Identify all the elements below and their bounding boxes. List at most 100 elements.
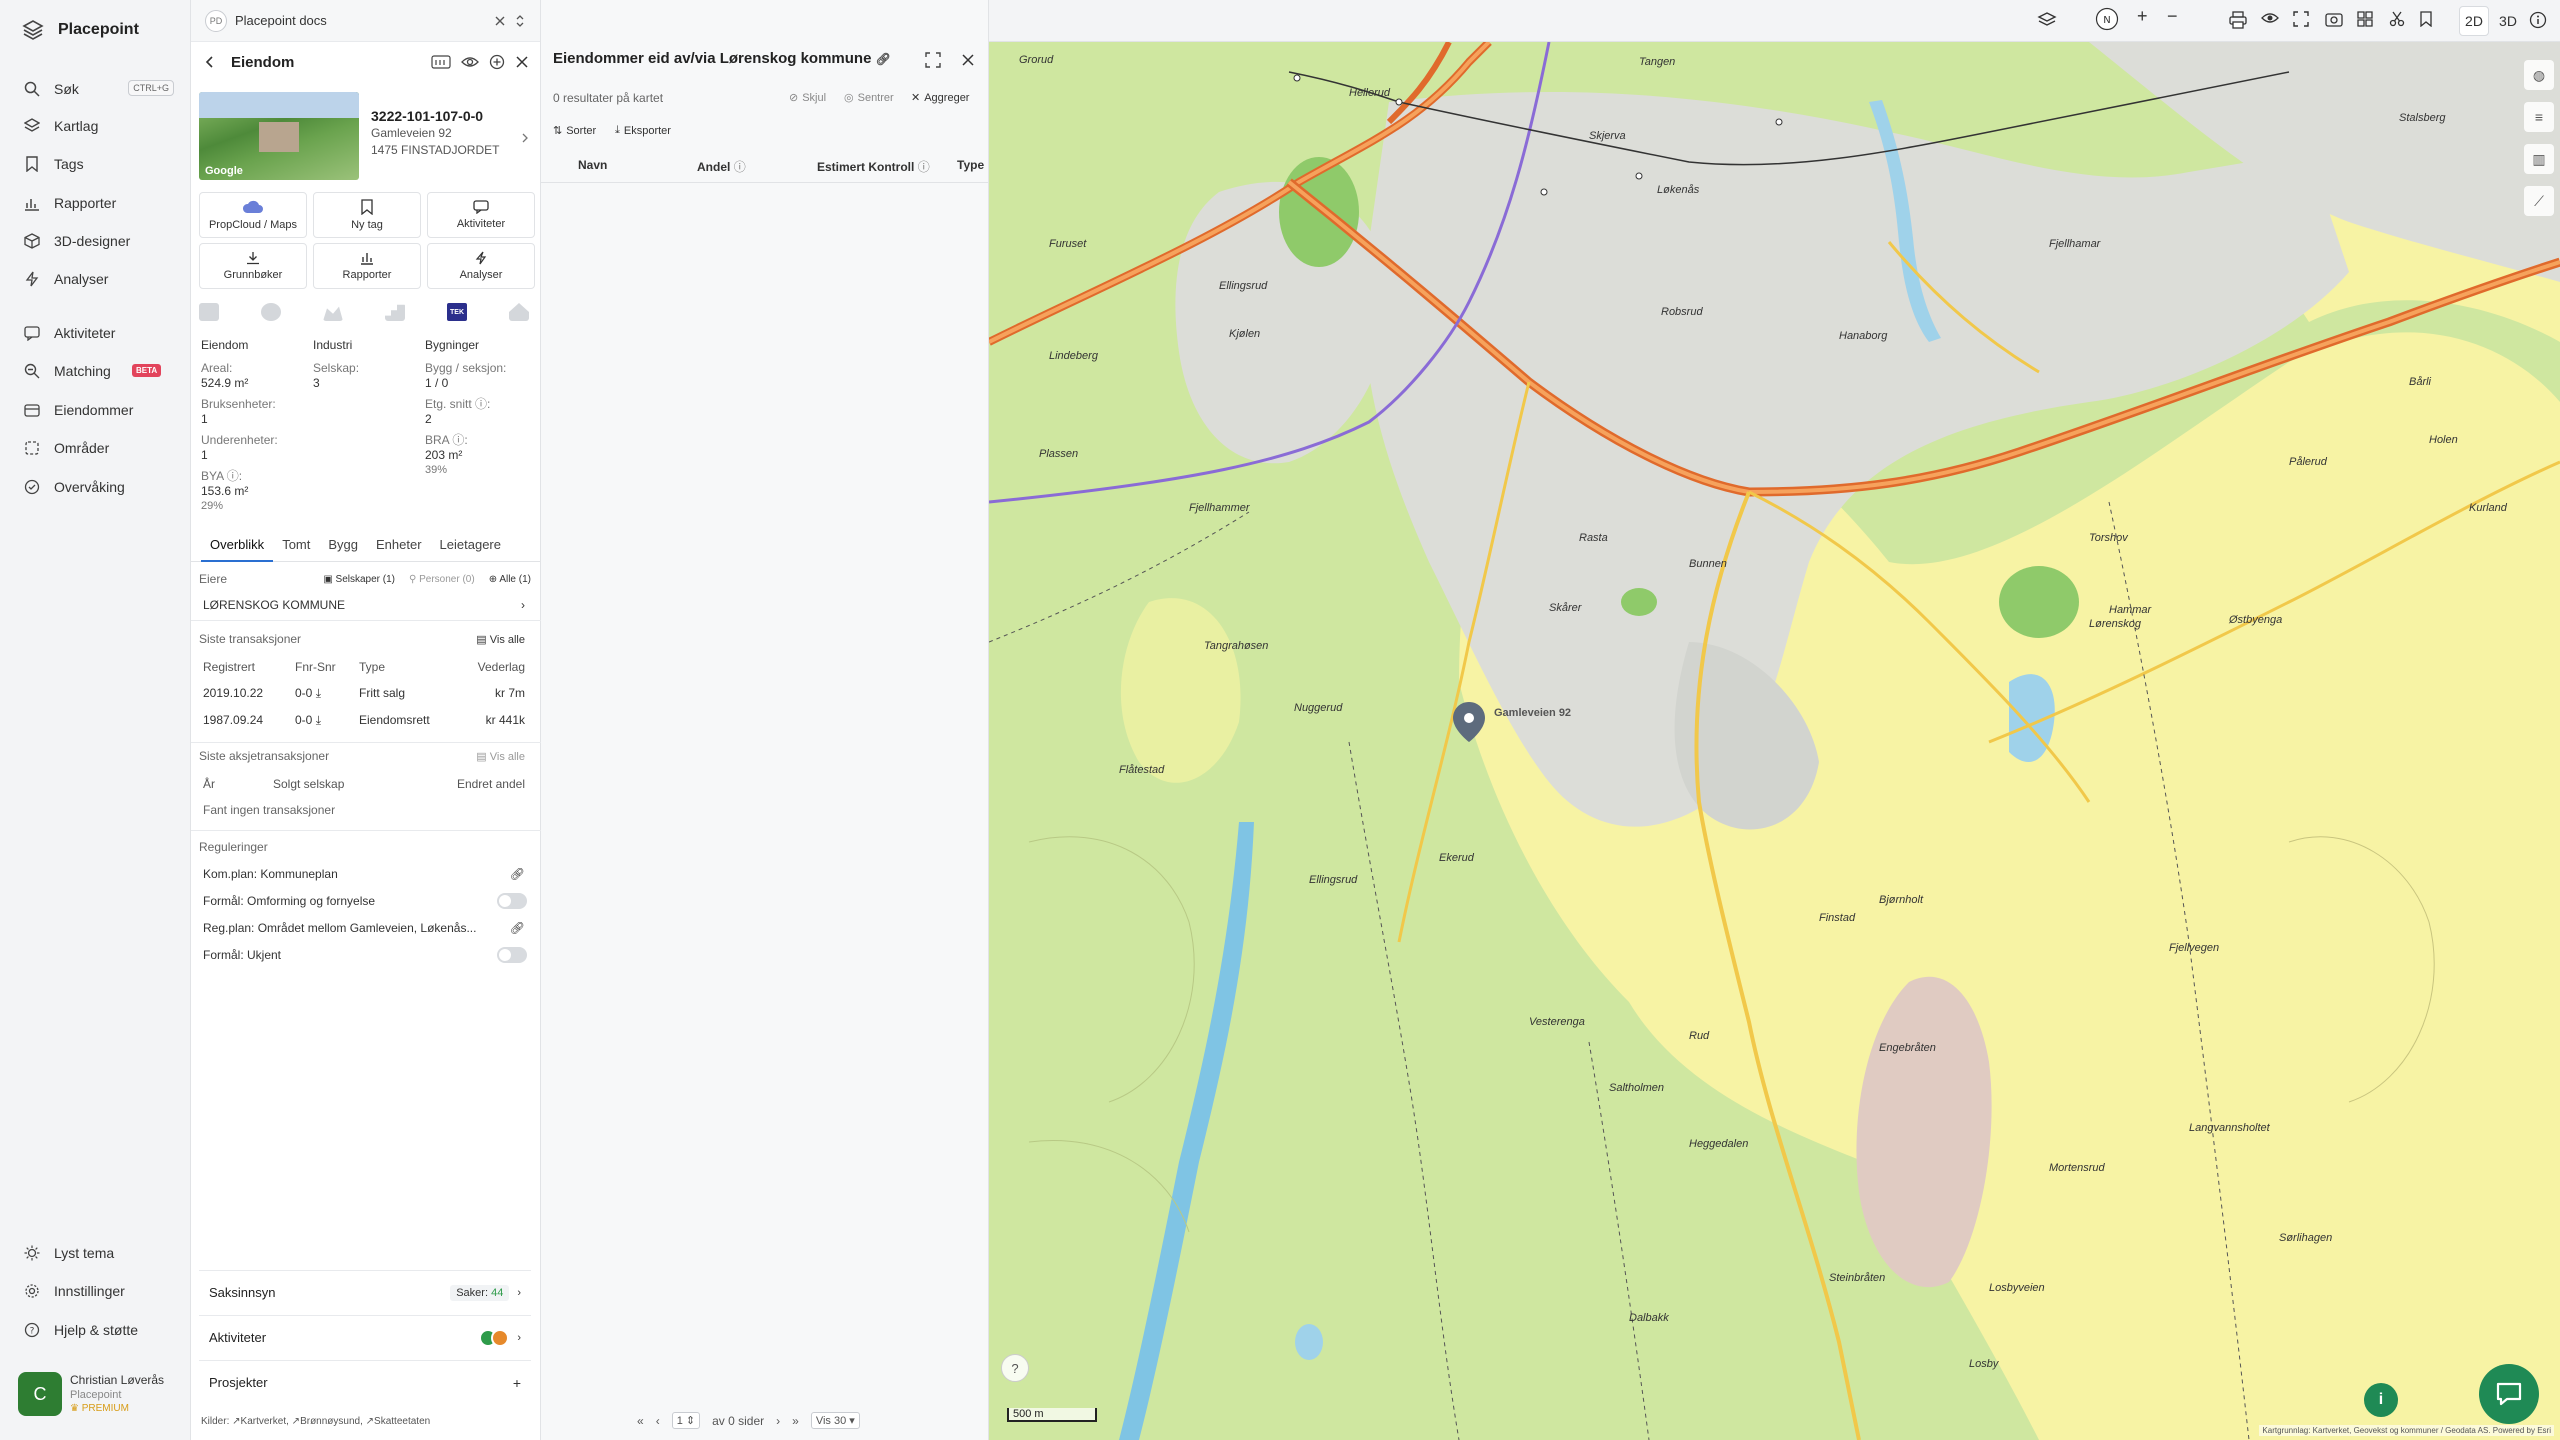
fullscreen-icon[interactable] <box>2293 11 2309 27</box>
first-page-icon[interactable]: « <box>637 1414 644 1428</box>
col-header-type[interactable]: Type <box>957 158 984 172</box>
close-icon[interactable] <box>961 53 975 67</box>
table-row[interactable]: 2019.10.22 0-0 ⤓ Fritt salg kr 7m <box>199 684 531 702</box>
help-icon[interactable]: ? <box>1001 1354 1029 1382</box>
filter-companies[interactable]: ▣ Selskaper (1) <box>323 574 395 585</box>
owner-row[interactable]: LØRENSKOG KOMMUNE › <box>199 596 531 614</box>
nav-item-kartlag[interactable]: Kartlag <box>24 112 174 140</box>
grunnboker-button[interactable]: Grunnbøker <box>199 243 307 289</box>
compass-icon[interactable]: N <box>2095 7 2119 31</box>
eye-icon[interactable] <box>2261 11 2279 25</box>
prosjekter-row[interactable]: Prosjekter + <box>199 1360 531 1404</box>
prev-page-icon[interactable]: ‹ <box>656 1414 660 1428</box>
aggregate-button[interactable]: ✕ Aggreger <box>911 91 969 105</box>
view-all-link[interactable]: ▤ Vis alle <box>476 750 531 763</box>
regulation-toggle[interactable] <box>497 893 527 909</box>
filter-all[interactable]: ⊕ Alle (1) <box>489 574 531 585</box>
close-icon[interactable] <box>494 15 506 27</box>
source-link[interactable]: ↗Brønnøysund, <box>292 1416 363 1427</box>
analyses-button[interactable]: Analyser <box>427 243 535 289</box>
export-button[interactable]: ⤓ Eksporter <box>615 124 671 137</box>
nav-item-matching[interactable]: Matching BETA <box>24 357 174 385</box>
new-tag-button[interactable]: Ny tag <box>313 192 421 238</box>
activities-button[interactable]: Aktiviteter <box>427 192 535 238</box>
fullscreen-icon[interactable] <box>925 52 941 68</box>
col-header-navn[interactable]: Navn <box>578 158 607 172</box>
tab-tomt[interactable]: Tomt <box>273 536 319 562</box>
download-icon[interactable]: ⤓ <box>316 686 321 700</box>
print-icon[interactable] <box>2229 11 2247 29</box>
bookmark-icon[interactable] <box>2419 11 2433 27</box>
nav-item-help[interactable]: ? Hjelp & støtte <box>24 1316 174 1344</box>
aktiviteter-row[interactable]: Aktiviteter › <box>199 1315 531 1359</box>
home-icon[interactable] <box>509 303 529 321</box>
user-profile[interactable]: C Christian Løverås Placepoint ♛ PREMIUM <box>18 1372 183 1424</box>
map-tag-icon[interactable] <box>431 55 451 69</box>
plus-icon[interactable]: + <box>513 1375 521 1391</box>
back-icon[interactable] <box>203 55 217 69</box>
nav-item-settings[interactable]: Innstillinger <box>24 1277 174 1305</box>
expand-vertical-icon[interactable] <box>514 14 526 28</box>
tab-overblikk[interactable]: Overblikk <box>201 536 274 562</box>
grid-icon[interactable] <box>199 303 219 321</box>
stairs-icon[interactable] <box>385 304 405 321</box>
view-all-link[interactable]: ▤ Vis alle <box>476 633 531 646</box>
page-input[interactable]: 1 ⇕ <box>671 1412 701 1429</box>
last-page-icon[interactable]: » <box>792 1414 799 1428</box>
nav-item-rapporter[interactable]: Rapporter <box>24 189 174 217</box>
add-circle-icon[interactable] <box>489 54 505 70</box>
info-icon[interactable] <box>2529 11 2547 29</box>
source-link[interactable]: ↗Kartverket, <box>232 1416 289 1427</box>
col-header-andel[interactable]: Andel ⓘ <box>697 158 746 175</box>
tab-enheter[interactable]: Enheter <box>367 536 431 562</box>
tek-icon[interactable]: TEK <box>447 303 467 321</box>
map-control-ruler[interactable]: ⟋ <box>2524 186 2554 216</box>
map-control-layers[interactable]: ≡ <box>2524 102 2554 132</box>
regulation-toggle[interactable] <box>497 947 527 963</box>
chevron-right-icon[interactable] <box>521 132 529 144</box>
regulation-row[interactable]: Kom.plan: Kommuneplan 🔗︎ <box>199 865 531 883</box>
center-button[interactable]: ◎ Sentrer <box>844 91 894 105</box>
app-brand[interactable]: Placepoint <box>22 20 139 40</box>
nav-item-analyser[interactable]: Analyser <box>24 265 174 293</box>
info-icon[interactable]: i <box>2364 1383 2398 1417</box>
globe-icon[interactable] <box>261 303 281 321</box>
close-icon[interactable] <box>515 55 529 69</box>
link-icon[interactable]: 🔗︎ <box>510 921 531 935</box>
grid-icon[interactable] <box>2357 11 2373 27</box>
map-control-globe[interactable]: ◍ <box>2524 60 2554 90</box>
table-row[interactable]: 1987.09.24 0-0 ⤓ Eiendomsrett kr 441k <box>199 711 531 729</box>
scissors-icon[interactable] <box>2389 11 2405 27</box>
zoom-out-button[interactable]: − <box>2167 6 2178 27</box>
link-icon[interactable]: 🔗︎ <box>510 867 531 881</box>
per-page-select[interactable]: Vis 30 ▾ <box>810 1412 860 1429</box>
tab-bygg[interactable]: Bygg <box>319 536 367 562</box>
nav-item-tags[interactable]: Tags <box>24 150 174 178</box>
zoom-in-button[interactable]: + <box>2137 6 2148 27</box>
property-photo[interactable]: Google <box>199 92 359 180</box>
property-info[interactable]: 3222-101-107-0-0 Gamleveien 92 1475 FINS… <box>371 108 521 159</box>
map-canvas[interactable]: Gamleveien 92 Grorud Hellerud Skjerva Ta… <box>989 42 2560 1440</box>
layers-stack-icon[interactable] <box>2037 11 2057 29</box>
mode-2d-button[interactable]: 2D <box>2459 6 2489 36</box>
map-control-chart[interactable]: ▥ <box>2524 144 2554 174</box>
nav-item-omrader[interactable]: Områder <box>24 434 174 462</box>
workspace-title[interactable]: Placepoint docs <box>235 13 486 28</box>
link-icon[interactable]: 🔗︎ <box>876 52 891 66</box>
download-icon[interactable]: ⤓ <box>316 713 321 727</box>
saksinnsyn-row[interactable]: Saksinnsyn Saker: 44 › <box>199 1270 531 1314</box>
col-header-kontroll[interactable]: Estimert Kontroll ⓘ <box>817 158 930 175</box>
eye-icon[interactable] <box>461 55 479 69</box>
tab-leietagere[interactable]: Leietagere <box>431 536 510 562</box>
filter-persons[interactable]: ⚲ Personer (0) <box>409 574 475 585</box>
hide-button[interactable]: ⊘ Skjul <box>789 91 826 105</box>
camera-icon[interactable] <box>2325 11 2343 27</box>
nav-item-eiendommer[interactable]: Eiendommer <box>24 396 174 424</box>
nav-item-search[interactable]: Søk CTRL+G <box>24 75 174 103</box>
nav-item-overvaking[interactable]: Overvåking <box>24 473 174 501</box>
regulation-row[interactable]: Reg.plan: Området mellom Gamleveien, Løk… <box>199 919 531 937</box>
nav-item-theme[interactable]: Lyst tema <box>24 1239 174 1267</box>
sort-button[interactable]: ⇅ Sorter <box>553 124 596 138</box>
industry-icon[interactable] <box>323 306 343 321</box>
propcloud-button[interactable]: PropCloud / Maps <box>199 192 307 238</box>
